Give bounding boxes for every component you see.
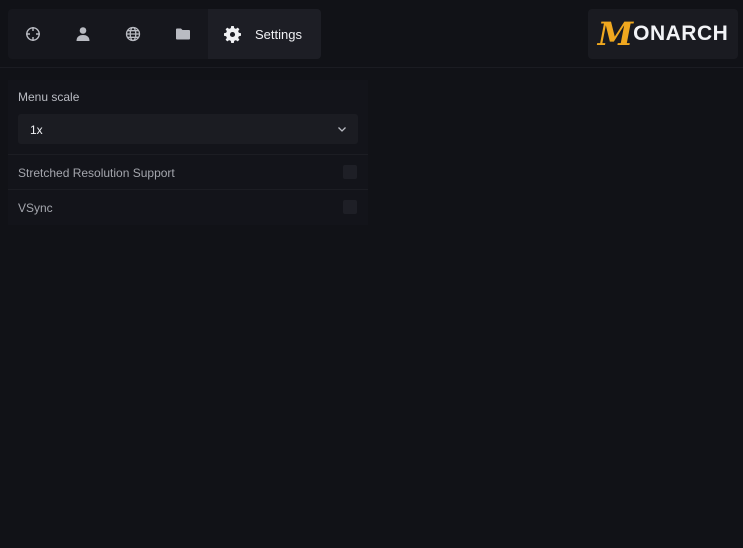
tab-settings-label: Settings (255, 26, 302, 42)
menu-scale-select[interactable]: 1x (18, 114, 358, 144)
tab-settings[interactable]: Settings (208, 9, 321, 59)
stretched-resolution-checkbox[interactable] (343, 165, 357, 179)
monarch-logo: M ONARCH (588, 9, 738, 59)
top-bar: Settings M ONARCH (0, 0, 743, 68)
vsync-label: VSync (18, 201, 53, 215)
divider (8, 189, 368, 190)
crosshair-icon (26, 27, 40, 41)
nav-tabs: Settings (8, 9, 321, 59)
globe-icon (125, 26, 141, 42)
tab-folder[interactable] (158, 9, 208, 59)
chevron-down-icon (338, 127, 346, 132)
logo-text: ONARCH (633, 22, 729, 45)
logo-initial: M (597, 15, 633, 53)
tab-crosshair[interactable] (8, 9, 58, 59)
menu-scale-value: 1x (30, 123, 43, 137)
vsync-checkbox[interactable] (343, 200, 357, 214)
user-icon (76, 27, 90, 41)
menu-scale-label: Menu scale (18, 90, 80, 104)
folder-icon (176, 28, 190, 40)
settings-panel: Menu scale 1x Stretched Resolution Suppo… (8, 80, 368, 225)
stretched-resolution-label: Stretched Resolution Support (18, 166, 175, 180)
gear-icon (224, 25, 241, 43)
divider (8, 154, 368, 155)
tab-globe[interactable] (108, 9, 158, 59)
tab-user[interactable] (58, 9, 108, 59)
